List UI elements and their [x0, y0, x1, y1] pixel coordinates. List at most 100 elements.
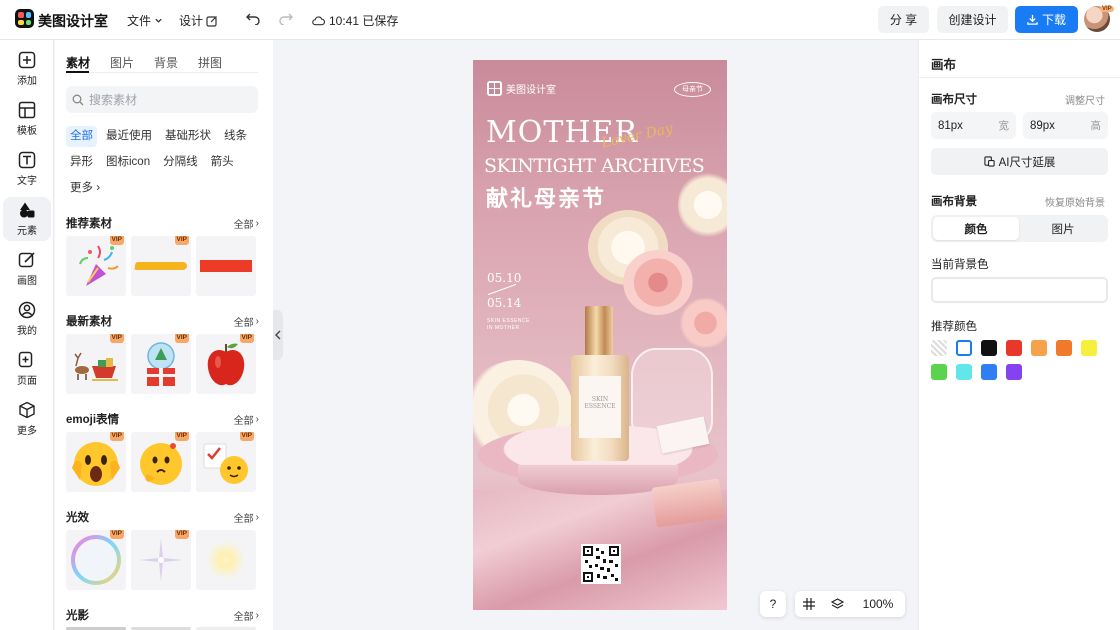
save-status: 10:41 已保存 — [312, 12, 398, 29]
undo-icon[interactable] — [244, 10, 262, 28]
chip-icons[interactable]: 图标icon — [102, 152, 154, 173]
seg-color[interactable]: 颜色 — [933, 217, 1019, 240]
user-icon — [18, 301, 36, 319]
material-panel: 素材 图片 背景 拼图 全部 最近使用 基础形状 线条 异形 图标icon 分隔… — [55, 40, 273, 630]
swatch-red[interactable] — [1006, 340, 1022, 356]
grid-icon[interactable] — [795, 598, 823, 610]
rail-item-elements[interactable]: 元素 — [3, 197, 51, 241]
shocked-emoji-icon — [72, 442, 120, 486]
design-menu[interactable]: 设计 — [179, 12, 218, 29]
vip-badge: VIP — [109, 236, 124, 245]
chip-basic-shapes[interactable]: 基础形状 — [161, 126, 215, 147]
app-logo-icon[interactable] — [15, 9, 34, 28]
material-thumb-sleigh[interactable]: VIP — [66, 334, 126, 394]
chevron-right-icon: › — [255, 610, 259, 621]
canvas-poster[interactable]: SKIN ESSENCE 美图设计室 母亲节 MOTHER Lover Day … — [473, 60, 727, 610]
swatch-black[interactable] — [981, 340, 997, 356]
material-thumb-glow[interactable] — [196, 530, 256, 590]
rail-item-template[interactable]: 模板 — [3, 97, 51, 141]
section-more-link[interactable]: 全部 › — [234, 608, 259, 623]
material-thumb-emoji-shocked[interactable]: VIP — [66, 432, 126, 492]
vip-badge: VIP — [174, 530, 189, 539]
rail-item-mine[interactable]: 我的 — [3, 297, 51, 341]
ai-resize-button[interactable]: AI尺寸延展 — [931, 148, 1108, 175]
swatch-purple[interactable] — [1006, 364, 1022, 380]
material-thumb-emoji-thinking[interactable]: VIP — [131, 432, 191, 492]
collapse-panel-button[interactable] — [273, 310, 283, 360]
create-design-button[interactable]: 创建设计 — [937, 6, 1008, 33]
material-thumb-red-bar[interactable] — [196, 236, 256, 296]
section-title: emoji表情 — [66, 414, 120, 426]
chip-lines[interactable]: 线条 — [220, 126, 251, 147]
width-field[interactable]: 81px 宽 — [931, 112, 1016, 139]
material-thumb-bubble[interactable]: VIP — [66, 530, 126, 590]
swatch-white[interactable] — [956, 340, 972, 356]
chip-more[interactable]: 更多 › — [66, 178, 104, 199]
download-button-label: 下载 — [1041, 13, 1066, 27]
search-input[interactable] — [89, 92, 249, 107]
file-menu-label: 文件 — [127, 14, 152, 28]
swatch-transparent[interactable] — [931, 340, 947, 356]
file-menu[interactable]: 文件 — [127, 12, 163, 29]
download-button[interactable]: 下载 — [1015, 6, 1078, 33]
share-button-label: 分 享 — [889, 13, 918, 27]
material-thumb-snow-globe[interactable]: VIP — [131, 334, 191, 394]
section-more-link[interactable]: 全部 › — [234, 412, 259, 427]
category-chips: 全部 最近使用 基础形状 线条 异形 图标icon 分隔线 箭头 更多 › — [66, 126, 266, 199]
redo-icon[interactable] — [277, 10, 295, 28]
rail-item-add[interactable]: 添加 — [3, 47, 51, 91]
height-value: 89px — [1030, 119, 1055, 132]
layers-icon[interactable] — [823, 598, 851, 610]
section-more-link[interactable]: 全部 › — [234, 216, 259, 231]
current-color-field[interactable] — [931, 277, 1108, 303]
material-thumb-apple[interactable]: VIP — [196, 334, 256, 394]
chip-irregular[interactable]: 异形 — [66, 152, 97, 173]
vip-badge: VIP — [109, 334, 124, 343]
rail-item-pages[interactable]: 页面 — [3, 347, 51, 391]
vip-badge: VIP — [174, 432, 189, 441]
rail-item-draw[interactable]: 画图 — [3, 247, 51, 291]
help-button[interactable]: ? — [760, 591, 786, 617]
material-thumb-party-popper[interactable]: VIP — [66, 236, 126, 296]
chip-all[interactable]: 全部 — [66, 126, 97, 147]
tab-image[interactable]: 图片 — [110, 54, 134, 71]
search-box[interactable] — [66, 86, 258, 113]
zoom-level[interactable]: 100% — [851, 597, 905, 611]
thinking-emoji-icon — [140, 443, 182, 485]
chip-arrows[interactable]: 箭头 — [207, 152, 238, 173]
rail-item-more[interactable]: 更多 — [3, 397, 51, 441]
swatch-cyan[interactable] — [956, 364, 972, 380]
vip-badge: VIP — [174, 236, 189, 245]
edit-icon — [206, 15, 217, 27]
bg-type-toggle: 颜色 图片 — [931, 215, 1108, 242]
tab-collage[interactable]: 拼图 — [198, 54, 222, 71]
rail-item-text[interactable]: 文字 — [3, 147, 51, 191]
poster-date-start: 05.10 — [487, 271, 522, 285]
tab-background[interactable]: 背景 — [154, 54, 178, 71]
adjust-size-link[interactable]: 调整尺寸 — [1065, 92, 1105, 107]
poster-title-cn: 献礼母亲节 — [486, 186, 607, 211]
swatch-light-orange[interactable] — [1031, 340, 1047, 356]
height-field[interactable]: 89px 高 — [1023, 112, 1108, 139]
material-thumb-brush-stroke[interactable]: VIP — [131, 236, 191, 296]
swatch-green[interactable] — [931, 364, 947, 380]
material-thumb-sparkle[interactable]: VIP — [131, 530, 191, 590]
material-thumb-emoji-check[interactable]: VIP — [196, 432, 256, 492]
chevron-down-icon — [155, 18, 162, 23]
chevron-left-icon — [275, 330, 281, 340]
seg-image[interactable]: 图片 — [1020, 217, 1106, 240]
chip-dividers[interactable]: 分隔线 — [159, 152, 202, 173]
tab-material[interactable]: 素材 — [66, 54, 90, 71]
vip-badge: VIP — [109, 530, 124, 539]
white-peony-right — [678, 170, 727, 240]
swatch-orange[interactable] — [1056, 340, 1072, 356]
chip-recent[interactable]: 最近使用 — [102, 126, 156, 147]
section-more-link[interactable]: 全部 › — [234, 314, 259, 329]
app-name[interactable]: 美图设计室 — [38, 11, 108, 31]
restore-bg-link[interactable]: 恢复原始背景 — [1045, 194, 1105, 209]
share-button[interactable]: 分 享 — [878, 6, 929, 33]
checklist-emoji-icon — [203, 443, 248, 484]
section-more-link[interactable]: 全部 › — [234, 510, 259, 525]
swatch-blue[interactable] — [981, 364, 997, 380]
swatch-yellow[interactable] — [1081, 340, 1097, 356]
